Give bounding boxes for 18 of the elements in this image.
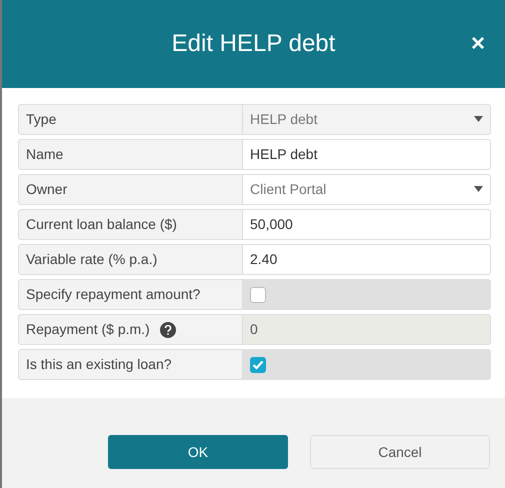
select-field[interactable]: Client Portal <box>243 174 491 205</box>
cancel-button[interactable]: Cancel <box>310 435 490 469</box>
input-field[interactable]: 2.40 <box>243 244 491 275</box>
ok-button[interactable]: OK <box>108 435 288 469</box>
field-label: Type <box>26 110 56 129</box>
checkbox[interactable] <box>250 286 266 302</box>
input-field[interactable]: 50,000 <box>243 209 491 240</box>
input-field[interactable]: HELP debt <box>243 139 491 170</box>
field-label: Current loan balance ($) <box>26 215 177 234</box>
field-label: Is this an existing loan? <box>26 355 172 374</box>
field-label: Specify repayment amount? <box>26 285 200 304</box>
close-button[interactable]: × <box>468 30 487 58</box>
field-label: Owner <box>26 180 68 199</box>
field-label: Name <box>26 145 64 164</box>
field-label: Repayment ($ p.m.) <box>26 320 150 339</box>
dialog-title: Edit HELP debt <box>172 30 336 58</box>
field-label: Variable rate (% p.a.) <box>26 250 158 269</box>
checkbox[interactable] <box>250 356 266 372</box>
